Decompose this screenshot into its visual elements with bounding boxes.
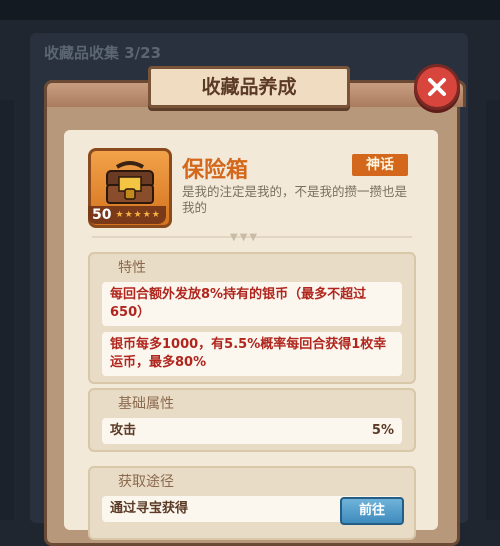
trait-row: 银币每多1000，有5.5%概率每回合获得1枚幸运币，最多80% (102, 332, 402, 376)
rarity-badge: 神话 (352, 154, 408, 176)
item-level: 50 (92, 207, 112, 223)
star-rating: ★ ★ ★ ★ ★ (115, 210, 159, 220)
section-title: 基础属性 (118, 396, 174, 412)
base-attrs-section: 基础属性 攻击 5% (88, 388, 416, 452)
section-title: 获取途径 (118, 474, 174, 490)
obtain-label: 通过寻宝获得 (110, 501, 189, 516)
star-icon: ★ (133, 210, 142, 220)
level-bar: 50 ★ ★ ★ ★ ★ (88, 206, 166, 224)
dialog-title: 收藏品养成 (148, 66, 350, 108)
close-button[interactable] (414, 64, 460, 110)
section-title: 特性 (118, 260, 146, 276)
treasure-chest-icon (106, 161, 154, 204)
traits-section: 特性 每回合额外发放8%持有的银币（最多不超过650） 银币每多1000，有5.… (88, 252, 416, 384)
item-description: 是我的注定是我的，不是我的攒一攒也是我的 (182, 184, 408, 215)
top-bar (0, 0, 500, 20)
item-name: 保险箱 (182, 158, 249, 183)
right-edge (486, 100, 500, 520)
attr-label: 攻击 (110, 423, 137, 438)
star-icon: ★ (124, 210, 133, 220)
divider-ornament: ▼▼▼ (230, 232, 260, 243)
star-icon: ★ (151, 210, 160, 220)
star-icon: ★ (142, 210, 151, 220)
star-icon: ★ (115, 210, 124, 220)
attr-row: 攻击 5% (102, 418, 402, 444)
attr-value: 5% (371, 423, 394, 438)
trait-row: 每回合额外发放8%持有的银币（最多不超过650） (102, 282, 402, 326)
close-icon (428, 78, 446, 96)
collection-title: 收藏品收集 3/23 (44, 44, 162, 62)
left-edge (0, 100, 14, 520)
